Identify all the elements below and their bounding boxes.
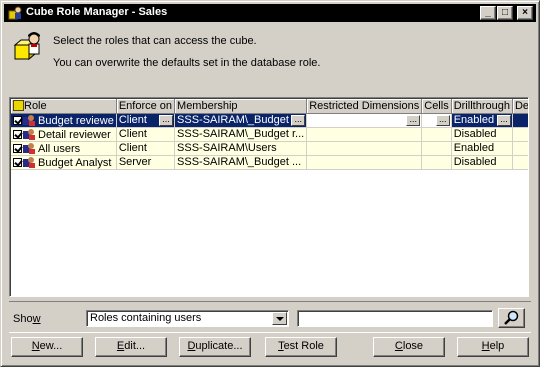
drillthrough-cell[interactable]: Disabled bbox=[451, 155, 513, 170]
duplicate-label: uplicate... bbox=[195, 340, 243, 352]
column-header-drillthrough[interactable]: Drillthrough bbox=[451, 99, 513, 114]
magnifier-icon bbox=[504, 310, 519, 325]
restricted-dimensions-cell[interactable] bbox=[306, 127, 423, 142]
show-filter-dropdown[interactable]: Roles containing users bbox=[86, 310, 289, 327]
table-row[interactable]: Detail reviewer Client SSS-SAIRAM\_Budge… bbox=[11, 127, 528, 142]
membership-cell[interactable]: SSS-SAIRAM\_Budget r... bbox=[174, 127, 308, 142]
description-cell[interactable] bbox=[512, 127, 528, 142]
role-cell[interactable]: Budget reviewe bbox=[11, 113, 117, 128]
enforce-on-cell[interactable]: Server bbox=[116, 155, 176, 170]
role-enabled-checkbox[interactable] bbox=[13, 129, 22, 139]
intro-line-1: Select the roles that can access the cub… bbox=[53, 35, 257, 47]
header-row: Role Enforce on Membership Restricted Di… bbox=[11, 99, 528, 114]
search-button[interactable] bbox=[498, 308, 525, 328]
role-name: All users bbox=[38, 142, 81, 155]
column-header-description[interactable]: Description bbox=[512, 99, 528, 114]
enforce-on-cell[interactable]: Client bbox=[116, 127, 176, 142]
close-window-button[interactable]: × bbox=[517, 6, 533, 20]
role-enabled-checkbox[interactable] bbox=[13, 157, 22, 167]
membership-value: SSS-SAIRAM\_Budget bbox=[177, 114, 289, 126]
membership-cell[interactable]: SSS-SAIRAM\_Budget ... bbox=[174, 155, 308, 170]
roles-grid[interactable]: Role Enforce on Membership Restricted Di… bbox=[9, 97, 529, 297]
window-title: Cube Role Manager - Sales bbox=[26, 6, 168, 18]
role-icon bbox=[23, 156, 35, 168]
cells-edit-button[interactable]: ... bbox=[435, 114, 450, 126]
close-accelerator: C bbox=[394, 340, 403, 352]
test-role-label: est Role bbox=[283, 340, 324, 352]
drillthrough-edit-button[interactable]: ... bbox=[496, 114, 511, 126]
title-bar[interactable]: Cube Role Manager - Sales _ □ × bbox=[4, 4, 536, 22]
cells-cell[interactable] bbox=[421, 127, 452, 142]
new-button[interactable]: New... bbox=[11, 337, 83, 357]
show-label-text: Sho bbox=[13, 313, 33, 325]
enforce-on-value: Client bbox=[118, 114, 147, 126]
description-cell[interactable] bbox=[512, 113, 528, 128]
search-input[interactable] bbox=[297, 310, 493, 327]
description-cell[interactable] bbox=[512, 155, 528, 170]
show-label: Show bbox=[13, 313, 41, 325]
table-row[interactable]: Budget reviewe Client... SSS-SAIRAM\_Bud… bbox=[11, 113, 528, 128]
duplicate-button[interactable]: Duplicate... bbox=[179, 337, 251, 357]
help-label: elp bbox=[489, 340, 505, 352]
role-name: Budget reviewe bbox=[38, 114, 114, 127]
enforce-on-cell[interactable]: Client bbox=[116, 141, 176, 156]
edit-label: dit... bbox=[124, 340, 146, 352]
drillthrough-cell[interactable]: Enabled bbox=[451, 141, 513, 156]
column-header-membership[interactable]: Membership bbox=[174, 99, 308, 114]
membership-cell[interactable]: SSS-SAIRAM\Users bbox=[174, 141, 308, 156]
restricted-dimensions-cell[interactable] bbox=[306, 141, 423, 156]
edit-button[interactable]: Edit... bbox=[95, 337, 167, 357]
membership-cell[interactable]: SSS-SAIRAM\_Budget... bbox=[174, 113, 308, 128]
description-cell[interactable] bbox=[512, 141, 528, 156]
role-enabled-checkbox[interactable] bbox=[13, 143, 22, 153]
cells-cell[interactable] bbox=[421, 155, 452, 170]
select-all-icon[interactable] bbox=[13, 99, 24, 111]
intro-line-2: You can overwrite the defaults set in th… bbox=[53, 57, 321, 69]
enforce-on-edit-button[interactable]: ... bbox=[159, 114, 174, 126]
table-row[interactable]: Budget Analyst Server SSS-SAIRAM\_Budget… bbox=[11, 155, 528, 170]
column-header-role[interactable]: Role bbox=[11, 99, 117, 114]
new-label: ew... bbox=[39, 340, 63, 352]
close-button[interactable]: Close bbox=[373, 337, 445, 357]
role-cell[interactable]: All users bbox=[11, 141, 117, 156]
role-icon bbox=[23, 128, 35, 140]
role-icon bbox=[23, 142, 35, 154]
close-label: lose bbox=[402, 340, 424, 352]
table-row[interactable]: All users Client SSS-SAIRAM\Users Enable… bbox=[11, 141, 528, 156]
role-cell[interactable]: Budget Analyst bbox=[11, 155, 117, 170]
restricted-dimensions-cell[interactable]: ... bbox=[306, 113, 423, 128]
drillthrough-cell[interactable]: Enabled... bbox=[451, 113, 513, 128]
new-accelerator: N bbox=[31, 340, 40, 352]
column-header-enforce-on[interactable]: Enforce on bbox=[116, 99, 176, 114]
test-role-button[interactable]: Test Role bbox=[265, 337, 337, 357]
show-filter-value: Roles containing users bbox=[90, 312, 202, 324]
cube-role-icon bbox=[8, 6, 22, 20]
chevron-down-icon[interactable] bbox=[272, 312, 287, 325]
minimize-button[interactable]: _ bbox=[480, 6, 496, 20]
help-accelerator: H bbox=[481, 340, 490, 352]
role-cell[interactable]: Detail reviewer bbox=[11, 127, 117, 142]
cells-cell[interactable]: ... bbox=[421, 113, 452, 128]
restricted-dimensions-edit-button[interactable]: ... bbox=[406, 114, 421, 126]
cube-role-manager-window: Cube Role Manager - Sales _ □ × Select t… bbox=[0, 0, 540, 367]
roles-table: Role Enforce on Membership Restricted Di… bbox=[11, 99, 528, 170]
cells-cell[interactable] bbox=[421, 141, 452, 156]
enforce-on-cell[interactable]: Client... bbox=[116, 113, 176, 128]
column-header-restricted-dimensions[interactable]: Restricted Dimensions bbox=[306, 99, 423, 114]
role-name: Detail reviewer bbox=[38, 128, 111, 141]
drillthrough-cell[interactable]: Disabled bbox=[451, 127, 513, 142]
membership-edit-button[interactable]: ... bbox=[291, 114, 306, 126]
show-label-accelerator: w bbox=[32, 313, 41, 325]
role-icon bbox=[23, 114, 35, 126]
restricted-dimensions-cell[interactable] bbox=[306, 155, 423, 170]
role-enabled-checkbox[interactable] bbox=[13, 115, 22, 125]
column-header-label: Role bbox=[24, 99, 47, 112]
drillthrough-value: Enabled bbox=[453, 114, 495, 126]
column-header-cells[interactable]: Cells bbox=[421, 99, 452, 114]
role-name: Budget Analyst bbox=[38, 156, 112, 169]
help-button[interactable]: Help bbox=[457, 337, 529, 357]
user-key-icon bbox=[13, 32, 40, 61]
maximize-button[interactable]: □ bbox=[497, 6, 513, 20]
